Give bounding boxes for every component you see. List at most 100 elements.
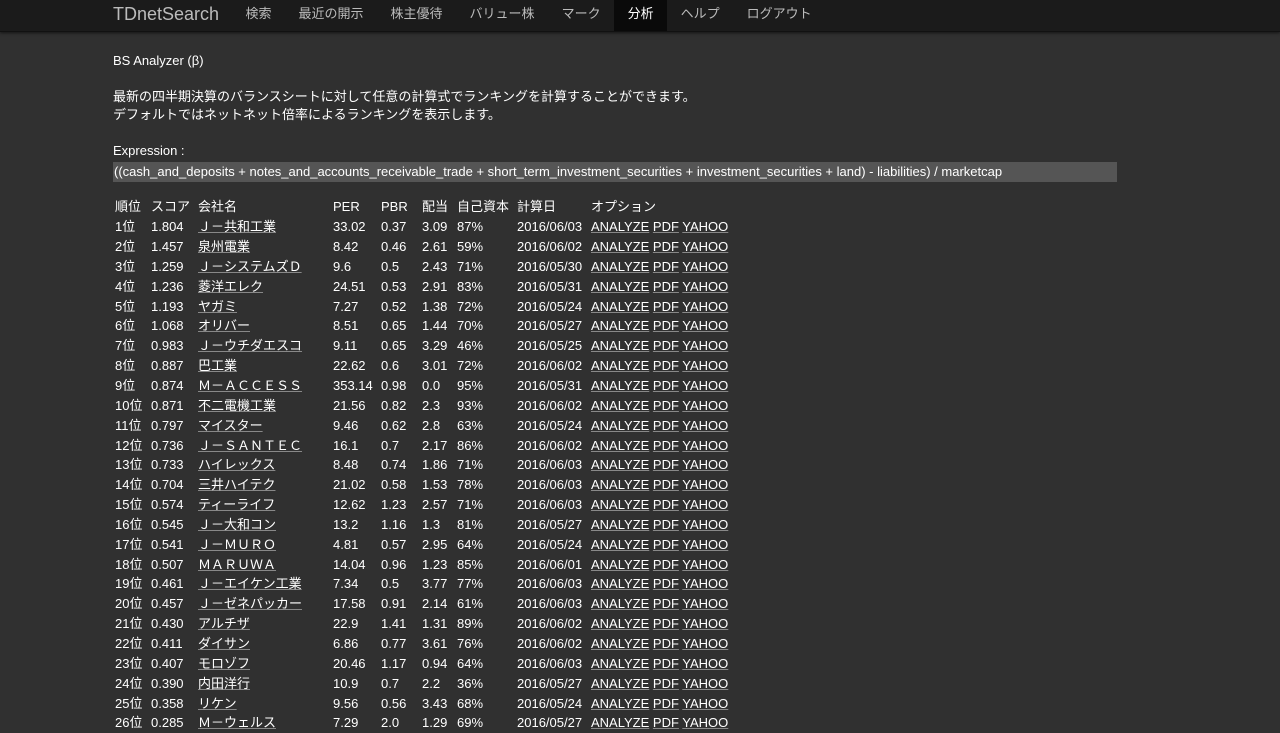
pdf-link[interactable]: PDF xyxy=(653,676,679,691)
pdf-link[interactable]: PDF xyxy=(653,477,679,492)
pdf-link[interactable]: PDF xyxy=(653,338,679,353)
analyze-link[interactable]: ANALYZE xyxy=(591,259,649,274)
pdf-link[interactable]: PDF xyxy=(653,576,679,591)
yahoo-link[interactable]: YAHOO xyxy=(682,457,728,472)
analyze-link[interactable]: ANALYZE xyxy=(591,398,649,413)
yahoo-link[interactable]: YAHOO xyxy=(682,676,728,691)
analyze-link[interactable]: ANALYZE xyxy=(591,358,649,373)
analyze-link[interactable]: ANALYZE xyxy=(591,457,649,472)
company-link[interactable]: ヤガミ xyxy=(198,299,237,314)
analyze-link[interactable]: ANALYZE xyxy=(591,477,649,492)
nav-item[interactable]: 分析 xyxy=(614,0,668,31)
pdf-link[interactable]: PDF xyxy=(653,517,679,532)
analyze-link[interactable]: ANALYZE xyxy=(591,576,649,591)
pdf-link[interactable]: PDF xyxy=(653,616,679,631)
yahoo-link[interactable]: YAHOO xyxy=(682,636,728,651)
pdf-link[interactable]: PDF xyxy=(653,358,679,373)
company-link[interactable]: Ｊ－ＭＵＲＯ xyxy=(198,537,276,552)
company-link[interactable]: オリバー xyxy=(198,318,250,333)
company-link[interactable]: ハイレックス xyxy=(198,457,275,472)
nav-item[interactable]: バリュー株 xyxy=(456,0,548,31)
yahoo-link[interactable]: YAHOO xyxy=(682,616,728,631)
company-link[interactable]: 不二電機工業 xyxy=(198,398,276,413)
analyze-link[interactable]: ANALYZE xyxy=(591,557,649,572)
pdf-link[interactable]: PDF xyxy=(653,696,679,711)
nav-item[interactable]: 株主優待 xyxy=(377,0,456,31)
company-link[interactable]: Ｍ－ウェルス xyxy=(198,715,276,730)
pdf-link[interactable]: PDF xyxy=(653,279,679,294)
pdf-link[interactable]: PDF xyxy=(653,537,679,552)
yahoo-link[interactable]: YAHOO xyxy=(682,715,728,730)
analyze-link[interactable]: ANALYZE xyxy=(591,676,649,691)
pdf-link[interactable]: PDF xyxy=(653,497,679,512)
analyze-link[interactable]: ANALYZE xyxy=(591,239,649,254)
analyze-link[interactable]: ANALYZE xyxy=(591,378,649,393)
analyze-link[interactable]: ANALYZE xyxy=(591,537,649,552)
pdf-link[interactable]: PDF xyxy=(653,457,679,472)
pdf-link[interactable]: PDF xyxy=(653,318,679,333)
yahoo-link[interactable]: YAHOO xyxy=(682,596,728,611)
analyze-link[interactable]: ANALYZE xyxy=(591,616,649,631)
analyze-link[interactable]: ANALYZE xyxy=(591,279,649,294)
yahoo-link[interactable]: YAHOO xyxy=(682,497,728,512)
pdf-link[interactable]: PDF xyxy=(653,715,679,730)
pdf-link[interactable]: PDF xyxy=(653,418,679,433)
analyze-link[interactable]: ANALYZE xyxy=(591,219,649,234)
pdf-link[interactable]: PDF xyxy=(653,557,679,572)
yahoo-link[interactable]: YAHOO xyxy=(682,398,728,413)
yahoo-link[interactable]: YAHOO xyxy=(682,338,728,353)
analyze-link[interactable]: ANALYZE xyxy=(591,656,649,671)
pdf-link[interactable]: PDF xyxy=(653,596,679,611)
analyze-link[interactable]: ANALYZE xyxy=(591,596,649,611)
expression-field[interactable]: ((cash_and_deposits + notes_and_accounts… xyxy=(113,162,1117,182)
analyze-link[interactable]: ANALYZE xyxy=(591,715,649,730)
analyze-link[interactable]: ANALYZE xyxy=(591,696,649,711)
analyze-link[interactable]: ANALYZE xyxy=(591,517,649,532)
yahoo-link[interactable]: YAHOO xyxy=(682,378,728,393)
company-link[interactable]: Ｊ－ＳＡＮＴＥＣ xyxy=(198,438,302,453)
analyze-link[interactable]: ANALYZE xyxy=(591,497,649,512)
company-link[interactable]: ティーライフ xyxy=(198,497,275,512)
analyze-link[interactable]: ANALYZE xyxy=(591,299,649,314)
company-link[interactable]: ＭＡＲＵＷＡ xyxy=(198,557,276,572)
yahoo-link[interactable]: YAHOO xyxy=(682,576,728,591)
company-link[interactable]: Ｊ－大和コン xyxy=(198,517,276,532)
pdf-link[interactable]: PDF xyxy=(653,378,679,393)
analyze-link[interactable]: ANALYZE xyxy=(591,338,649,353)
nav-item[interactable]: ログアウト xyxy=(733,0,825,31)
pdf-link[interactable]: PDF xyxy=(653,259,679,274)
pdf-link[interactable]: PDF xyxy=(653,636,679,651)
yahoo-link[interactable]: YAHOO xyxy=(682,477,728,492)
nav-item[interactable]: ヘルプ xyxy=(667,0,733,31)
nav-item[interactable]: 最近の開示 xyxy=(285,0,377,31)
pdf-link[interactable]: PDF xyxy=(653,299,679,314)
pdf-link[interactable]: PDF xyxy=(653,239,679,254)
yahoo-link[interactable]: YAHOO xyxy=(682,219,728,234)
pdf-link[interactable]: PDF xyxy=(653,398,679,413)
company-link[interactable]: 泉州電業 xyxy=(198,239,250,254)
pdf-link[interactable]: PDF xyxy=(653,219,679,234)
yahoo-link[interactable]: YAHOO xyxy=(682,318,728,333)
yahoo-link[interactable]: YAHOO xyxy=(682,239,728,254)
nav-item[interactable]: マーク xyxy=(548,0,614,31)
company-link[interactable]: マイスター xyxy=(198,418,263,433)
company-link[interactable]: 巴工業 xyxy=(198,358,237,373)
company-link[interactable]: 菱洋エレク xyxy=(198,279,263,294)
yahoo-link[interactable]: YAHOO xyxy=(682,656,728,671)
company-link[interactable]: ダイサン xyxy=(198,636,250,651)
company-link[interactable]: Ｍ－ＡＣＣＥＳＳ xyxy=(198,378,302,393)
yahoo-link[interactable]: YAHOO xyxy=(682,517,728,532)
yahoo-link[interactable]: YAHOO xyxy=(682,299,728,314)
yahoo-link[interactable]: YAHOO xyxy=(682,438,728,453)
company-link[interactable]: モロゾフ xyxy=(198,656,250,671)
pdf-link[interactable]: PDF xyxy=(653,656,679,671)
company-link[interactable]: リケン xyxy=(198,696,237,711)
yahoo-link[interactable]: YAHOO xyxy=(682,358,728,373)
analyze-link[interactable]: ANALYZE xyxy=(591,418,649,433)
company-link[interactable]: Ｊ－ゼネパッカー xyxy=(198,596,302,611)
company-link[interactable]: 三井ハイテク xyxy=(198,477,275,492)
company-link[interactable]: Ｊ－ウチダエスコ xyxy=(198,338,302,353)
yahoo-link[interactable]: YAHOO xyxy=(682,696,728,711)
company-link[interactable]: Ｊ－共和工業 xyxy=(198,219,276,234)
analyze-link[interactable]: ANALYZE xyxy=(591,636,649,651)
